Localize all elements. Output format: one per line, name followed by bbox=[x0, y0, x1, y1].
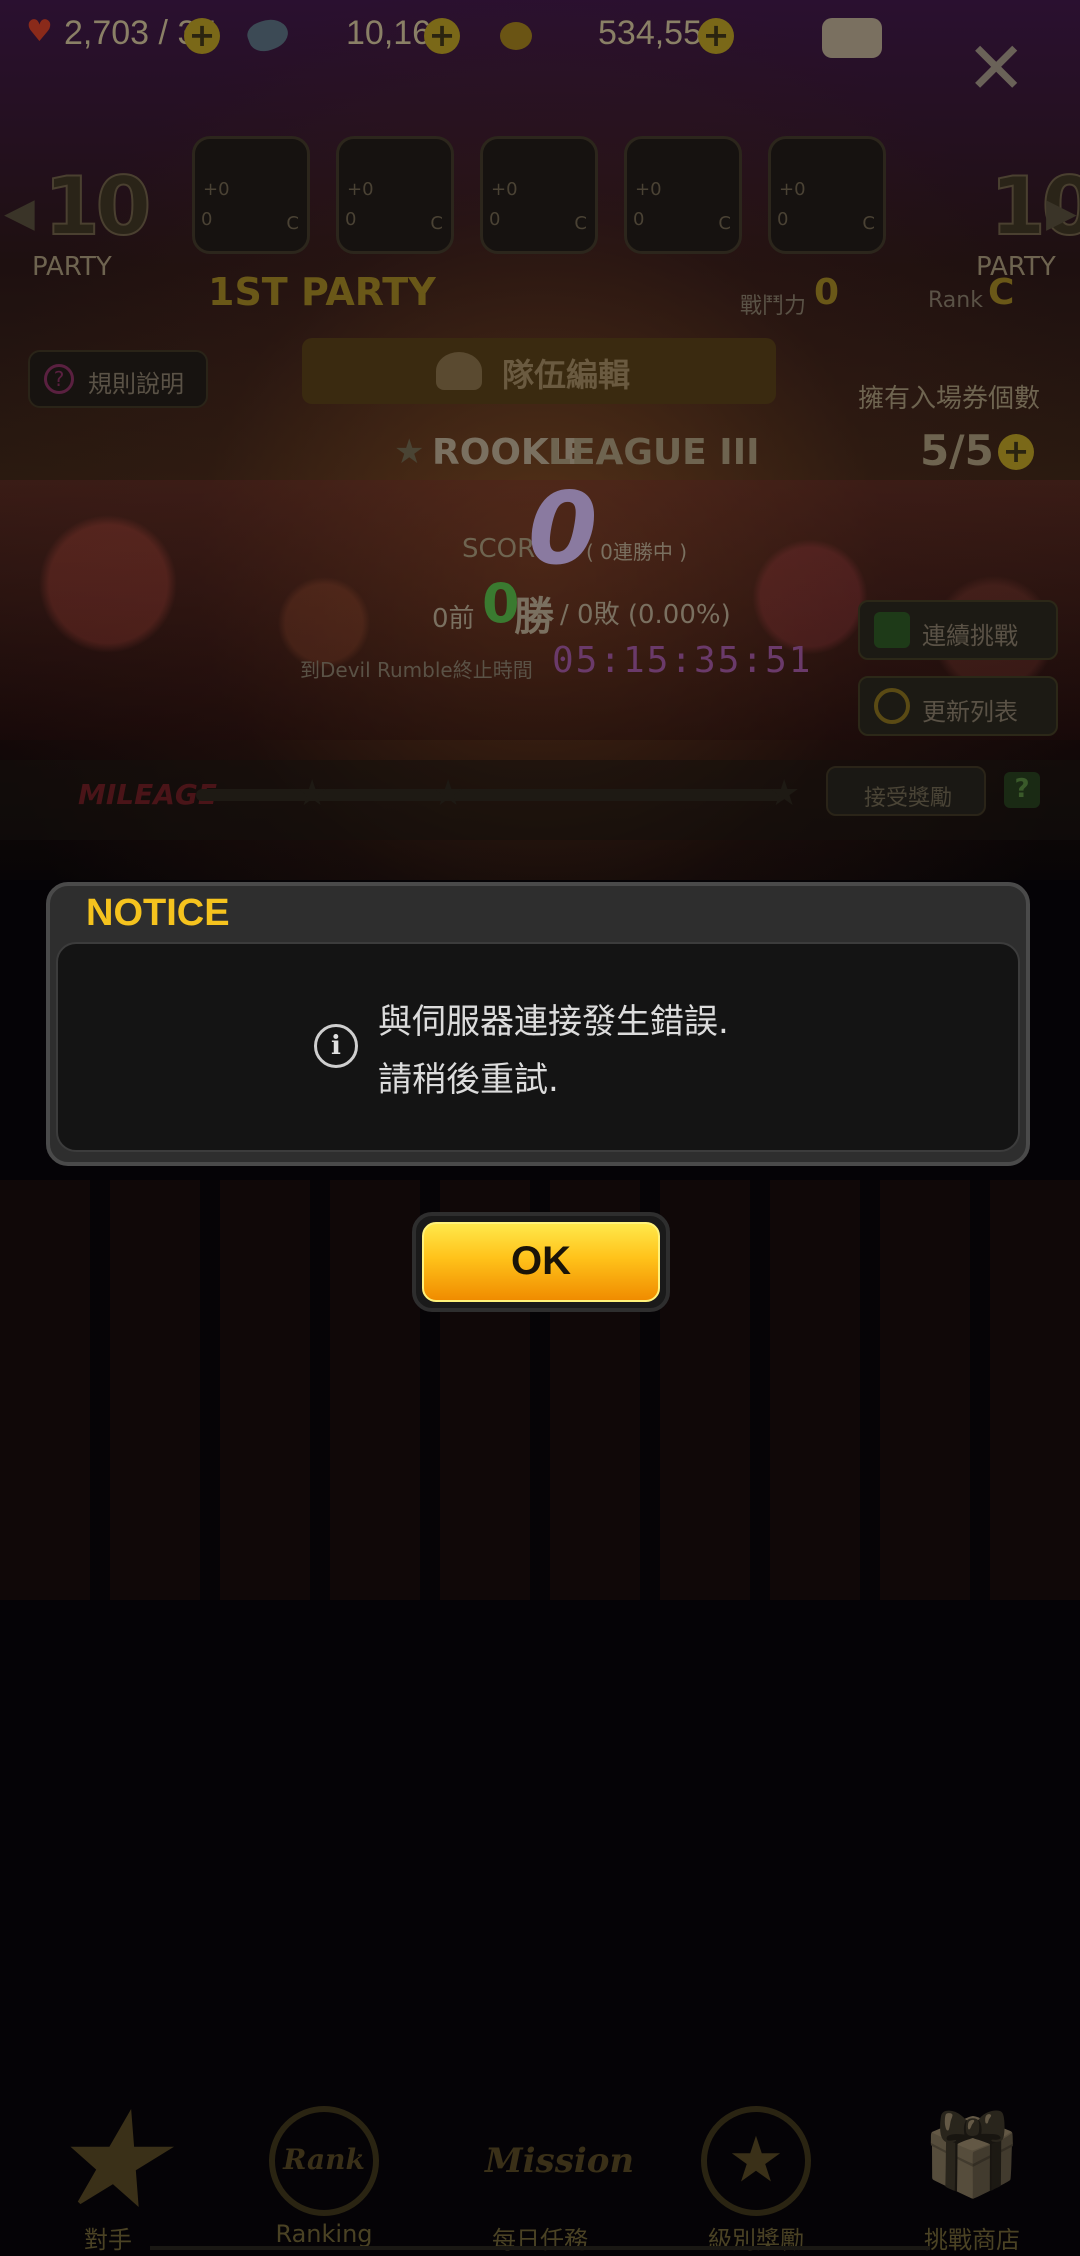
rules-label: 規則說明 bbox=[88, 370, 184, 398]
party-slot-2[interactable]: +0 0 C bbox=[336, 136, 454, 254]
close-icon[interactable]: ✕ bbox=[966, 32, 1026, 104]
milestone-star-icon: ★ bbox=[432, 773, 465, 814]
gift-icon: 🎁 bbox=[922, 2107, 1022, 2201]
question-icon: ? bbox=[44, 364, 74, 394]
star-icon: ★ bbox=[54, 2090, 162, 2231]
streak-text: ( 0連勝中 ) bbox=[586, 540, 688, 564]
globe-icon: Rank bbox=[269, 2106, 379, 2216]
countdown-timer: 05:15:35:51 bbox=[552, 640, 813, 681]
gold-icon bbox=[500, 22, 532, 50]
error-message-line-2: 請稍後重試. bbox=[378, 1060, 559, 1100]
party-slot-4[interactable]: +0 0 C bbox=[624, 136, 742, 254]
chat-icon[interactable] bbox=[822, 18, 882, 58]
error-message-line-1: 與伺服器連接發生錯誤. bbox=[378, 1002, 729, 1042]
next-party-arrow-icon[interactable]: ▶ bbox=[1046, 190, 1077, 236]
add-tickets-button[interactable]: + bbox=[998, 434, 1034, 470]
nav-mission[interactable]: Mission 每日任務 bbox=[460, 2106, 635, 2255]
mission-icon: Mission bbox=[485, 2141, 635, 2181]
left-party-label: PARTY bbox=[32, 252, 112, 282]
claim-reward-button[interactable]: 接受獎勵 bbox=[826, 766, 986, 816]
prev-text: 0前 bbox=[432, 604, 475, 634]
heart-icon: ♥ bbox=[26, 14, 53, 49]
milestone-star-icon: ★ bbox=[768, 773, 801, 814]
medal-icon: ★ bbox=[701, 2106, 811, 2216]
ok-button-label: OK bbox=[422, 1222, 660, 1302]
power-label: 戰鬥力 bbox=[740, 294, 807, 319]
left-party-number: 10 bbox=[43, 159, 152, 254]
add-stamina-button[interactable]: + bbox=[184, 18, 220, 54]
score-value: 0 bbox=[528, 470, 598, 587]
party-name: 1ST PARTY bbox=[208, 270, 436, 314]
nav-challenge-shop[interactable]: 🎁 挑戰商店 bbox=[892, 2106, 1052, 2255]
refresh-icon bbox=[874, 688, 910, 724]
party-slot-3[interactable]: +0 0 C bbox=[480, 136, 598, 254]
notice-dialog: NOTICE i 與伺服器連接發生錯誤. 請稍後重試. bbox=[46, 882, 1030, 1166]
nav-rival[interactable]: ★ 對手 bbox=[28, 2090, 188, 2255]
add-gold-button[interactable]: + bbox=[698, 18, 734, 54]
reward-label: 接受獎勵 bbox=[864, 786, 953, 811]
prev-party-arrow-icon[interactable]: ◀ bbox=[4, 190, 35, 236]
mileage-progress-track bbox=[196, 789, 786, 801]
tickets-value: 5/5 bbox=[920, 426, 994, 475]
add-gems-button[interactable]: + bbox=[424, 18, 460, 54]
info-icon: i bbox=[314, 1024, 358, 1068]
tickets-label: 擁有入場券個數 bbox=[858, 384, 1041, 414]
league-name: LEAGUE III bbox=[548, 432, 760, 473]
checkbox-icon bbox=[874, 612, 910, 648]
nav-divider bbox=[150, 2246, 930, 2250]
rank-value: C bbox=[988, 272, 1015, 313]
team-icon bbox=[436, 352, 482, 390]
power-value: 0 bbox=[814, 272, 840, 313]
dialog-body: i 與伺服器連接發生錯誤. 請稍後重試. bbox=[56, 942, 1020, 1152]
rules-button[interactable]: ? 規則說明 bbox=[28, 350, 208, 408]
nav-tier-reward[interactable]: ★ 級別獎勵 bbox=[676, 2106, 836, 2255]
rank-label: Rank bbox=[928, 288, 983, 313]
refresh-list-button[interactable]: 更新列表 bbox=[858, 676, 1058, 736]
party-slot-5[interactable]: +0 0 C bbox=[768, 136, 886, 254]
team-edit-button[interactable]: 隊伍編輯 bbox=[302, 338, 776, 404]
continuous-challenge-button[interactable]: 連續挑戰 bbox=[858, 600, 1058, 660]
league-emblem-icon: ★ bbox=[394, 432, 425, 472]
team-edit-label: 隊伍編輯 bbox=[502, 356, 631, 394]
refresh-label: 更新列表 bbox=[922, 698, 1018, 726]
continuous-label: 連續挑戰 bbox=[922, 622, 1018, 650]
nav-ranking-label: Ranking bbox=[275, 2220, 373, 2248]
nav-ranking[interactable]: Rank Ranking bbox=[244, 2106, 404, 2248]
timer-label: 到Devil Rumble終止時間 bbox=[300, 658, 533, 682]
ok-button[interactable]: OK bbox=[412, 1212, 670, 1312]
mileage-help-button[interactable]: ? bbox=[1004, 772, 1040, 808]
win-word: 勝 bbox=[514, 594, 554, 640]
dialog-title: NOTICE bbox=[86, 892, 230, 934]
milestone-star-icon: ★ bbox=[296, 773, 329, 814]
party-slot-1[interactable]: +0 0 C bbox=[192, 136, 310, 254]
loss-text: / 0敗 (0.00%) bbox=[560, 600, 731, 630]
